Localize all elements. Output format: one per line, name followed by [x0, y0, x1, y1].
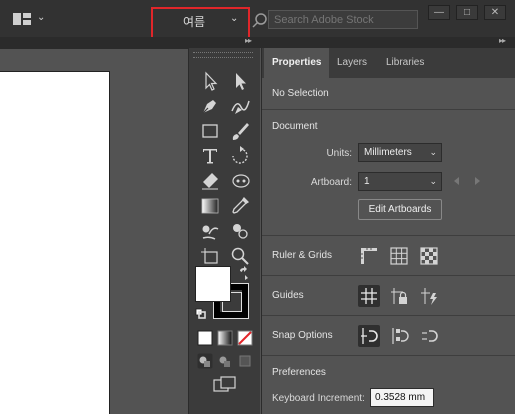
- none-mode-icon[interactable]: [237, 330, 253, 346]
- artboard-tool-icon[interactable]: [199, 245, 221, 267]
- gradient-mode-icon[interactable]: [217, 330, 233, 346]
- snap-options-title: Snap Options: [272, 330, 333, 341]
- fill-swatch[interactable]: [195, 266, 231, 302]
- blend-tool-icon[interactable]: [199, 220, 221, 242]
- color-mode-icon[interactable]: [197, 330, 213, 346]
- workspace-selector-label[interactable]: 여름: [183, 13, 205, 30]
- swap-fill-stroke-icon[interactable]: [237, 266, 251, 280]
- pen-tool-icon[interactable]: [199, 95, 221, 117]
- snap-to-point-icon: [361, 328, 378, 344]
- artboard[interactable]: [0, 71, 110, 414]
- artboard-value: 1: [364, 176, 370, 187]
- chevron-down-icon[interactable]: ⌄: [230, 13, 238, 24]
- puppet-warp-tool-icon[interactable]: [229, 170, 251, 192]
- keyboard-increment-input[interactable]: 0.3528 mm: [370, 388, 434, 407]
- snap-to-glyph-icon[interactable]: [418, 325, 440, 347]
- panel-grip[interactable]: [193, 52, 253, 58]
- artboard-select[interactable]: 1 ⌄: [358, 172, 442, 191]
- previous-artboard-icon[interactable]: [452, 176, 462, 186]
- direct-selection-tool-icon[interactable]: [229, 70, 251, 92]
- preferences-section: Preferences Keyboard Increment: 0.3528 m…: [262, 356, 515, 414]
- guides-title: Guides: [272, 290, 304, 301]
- paintbrush-tool-icon[interactable]: [229, 120, 251, 142]
- units-label: Units:: [326, 148, 352, 159]
- guides-section: Guides: [262, 276, 515, 316]
- rotate-tool-icon[interactable]: [229, 145, 251, 167]
- show-guides-button[interactable]: [358, 285, 380, 307]
- keyboard-increment-label: Keyboard Increment:: [272, 393, 365, 404]
- artboard-label: Artboard:: [310, 177, 352, 188]
- document-section: Document Units: Millimeters ⌄ Artboard: …: [262, 110, 515, 236]
- gradient-tool-icon[interactable]: [199, 195, 221, 217]
- draw-inside-icon[interactable]: [237, 353, 253, 369]
- tab-layers[interactable]: Layers: [329, 48, 375, 78]
- close-button[interactable]: ✕: [484, 5, 506, 20]
- edit-artboards-button[interactable]: Edit Artboards: [358, 199, 442, 220]
- chevron-down-icon: ⌄: [429, 176, 437, 186]
- next-artboard-icon[interactable]: [472, 176, 482, 186]
- document-title: Document: [272, 121, 318, 132]
- units-value: Millimeters: [364, 147, 412, 158]
- tools-panel: [188, 48, 260, 414]
- collapse-panels-icon[interactable]: ▸▸: [499, 36, 506, 45]
- preferences-title: Preferences: [272, 367, 326, 378]
- collapse-toolbar-icon[interactable]: ▸▸: [245, 36, 252, 45]
- type-tool-icon[interactable]: [199, 145, 221, 167]
- draw-normal-icon[interactable]: [197, 353, 213, 369]
- app-header: ⌄ 여름 ⌄ — □ ✕: [0, 0, 515, 40]
- tab-properties[interactable]: Properties: [264, 48, 330, 78]
- panel-collapse-strip: ▸▸ ▸▸: [0, 36, 515, 48]
- properties-panel: Properties Layers Libraries No Selection…: [261, 48, 515, 414]
- panel-tabs: Properties Layers Libraries: [262, 48, 515, 78]
- eyedropper-tool-icon[interactable]: [229, 195, 251, 217]
- search-icon: [252, 13, 267, 28]
- shape-builder-tool-icon[interactable]: [229, 220, 251, 242]
- selection-tool-icon[interactable]: [199, 70, 221, 92]
- curvature-tool-icon[interactable]: [229, 95, 251, 117]
- default-fill-stroke-icon[interactable]: [195, 308, 207, 320]
- ruler-icon[interactable]: [358, 245, 380, 267]
- zoom-tool-icon[interactable]: [229, 245, 251, 267]
- screen-mode-icon[interactable]: [213, 376, 237, 394]
- search-adobe-stock-input[interactable]: [268, 10, 418, 29]
- draw-behind-icon[interactable]: [217, 353, 233, 369]
- transparency-grid-icon[interactable]: [418, 245, 440, 267]
- workspace-switcher-icon[interactable]: [13, 13, 31, 25]
- chevron-down-icon[interactable]: ⌄: [37, 12, 45, 23]
- guides-icon: [361, 288, 377, 304]
- ruler-grids-title: Ruler & Grids: [272, 250, 333, 261]
- document-canvas[interactable]: [0, 48, 188, 414]
- snap-options-section: Snap Options: [262, 316, 515, 356]
- maximize-button[interactable]: □: [456, 5, 478, 20]
- chevron-down-icon: ⌄: [429, 147, 437, 157]
- grid-icon[interactable]: [388, 245, 410, 267]
- snap-to-pixel-icon[interactable]: [388, 325, 410, 347]
- snap-to-point-button[interactable]: [358, 325, 380, 347]
- rectangle-tool-icon[interactable]: [199, 120, 221, 142]
- minimize-button[interactable]: —: [428, 5, 450, 20]
- ruler-grids-section: Ruler & Grids: [262, 236, 515, 276]
- selection-section: No Selection: [262, 78, 515, 110]
- tab-libraries[interactable]: Libraries: [378, 48, 432, 78]
- smart-guides-icon[interactable]: [418, 285, 440, 307]
- eraser-tool-icon[interactable]: [199, 170, 221, 192]
- selection-status: No Selection: [272, 88, 329, 99]
- units-select[interactable]: Millimeters ⌄: [358, 143, 442, 162]
- lock-guides-icon[interactable]: [388, 285, 410, 307]
